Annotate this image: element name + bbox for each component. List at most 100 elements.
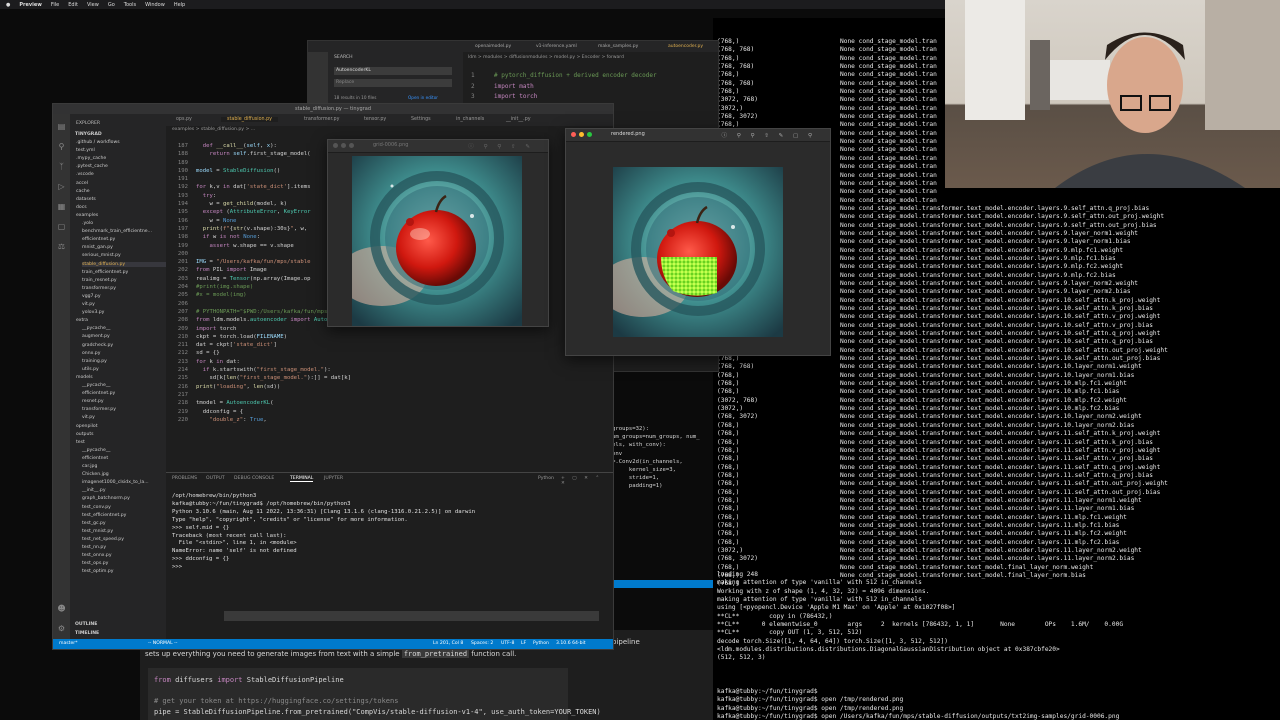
tree-folder[interactable]: test [76, 440, 85, 445]
tree-file[interactable]: car.jpg [82, 464, 97, 469]
tab-ops[interactable]: ops.py [176, 117, 192, 122]
tab-stable-diffusion[interactable]: stable_diffusion.py [221, 117, 278, 122]
tree-file[interactable]: Chicken.jpg [82, 472, 109, 477]
tree-folder[interactable]: cache [76, 189, 90, 194]
tree-file[interactable]: mnist_gan.py [82, 245, 113, 250]
tree-folder[interactable]: datasets [76, 197, 96, 202]
tree-file[interactable]: vit.py [82, 302, 95, 307]
toolbar-icons[interactable]: ⓘ ⚲ ⚲ ⇧ ✎ [468, 142, 534, 150]
preview-window-rendered[interactable]: rendered.png ⓘ ⚲ ⚲ ⇧ ✎ ▢ ⚲ [565, 128, 831, 356]
explorer-root[interactable]: TINYGRAD [75, 132, 102, 137]
cursor-position[interactable]: Ln 201, Col 8 [433, 639, 463, 649]
testing-icon[interactable]: ⚖ [57, 242, 66, 251]
menu-help[interactable]: Help [174, 2, 185, 8]
back-tab[interactable]: v1-inference.yaml [536, 44, 577, 49]
tree-file[interactable]: benchmark_train_efficientne... [82, 229, 152, 234]
extensions-icon[interactable]: ▦ [57, 202, 66, 211]
tab-debug-console[interactable]: DEBUG CONSOLE [234, 476, 274, 481]
integrated-terminal[interactable]: /opt/homebrew/bin/python3 kafka@tubby:~/f… [172, 493, 475, 572]
timeline-section[interactable]: TIMELINE [75, 631, 99, 636]
outline-section[interactable]: OUTLINE [75, 622, 97, 627]
tree-folder[interactable]: .mypy_cache [76, 156, 106, 161]
indentation[interactable]: Spaces: 2 [471, 639, 493, 649]
tree-folder[interactable]: examples [76, 213, 98, 218]
tree-folder[interactable]: models [76, 375, 93, 380]
tree-file[interactable]: training.py [82, 359, 107, 364]
tree-file[interactable]: yolov3.py [82, 310, 104, 315]
preview-window-grid[interactable]: grid-0006.png ⓘ ⚲ ⚲ ⇧ ✎ [327, 139, 549, 327]
tab-tensor[interactable]: tensor.py [364, 117, 386, 122]
account-icon[interactable]: ☻ [57, 604, 66, 613]
tab-problems[interactable]: PROBLEMS [172, 476, 197, 481]
tree-file[interactable]: train_efficientnet.py [82, 270, 128, 275]
menu-tools[interactable]: Tools [124, 2, 136, 8]
tree-folder[interactable]: openpilot [76, 424, 98, 429]
tree-file[interactable]: vgg7.py [82, 294, 101, 299]
tree-file[interactable]: serious_mnist.py [82, 253, 121, 258]
tree-file[interactable]: transformer.py [82, 286, 116, 291]
back-tab[interactable]: autoencoder.py [668, 44, 703, 49]
tree-file[interactable]: imagenet1000_clsidx_to_la... [82, 480, 149, 485]
menu-go[interactable]: Go [108, 2, 115, 8]
zoom-button[interactable] [587, 132, 592, 137]
tree-file[interactable]: test_mnist.py [82, 529, 113, 534]
line-ending[interactable]: LF [521, 639, 526, 649]
tree-file[interactable]: test_conv.py [82, 505, 111, 510]
run-debug-icon[interactable]: ▷ [57, 182, 66, 191]
close-button[interactable] [571, 132, 576, 137]
tree-folder[interactable]: outputs [76, 432, 94, 437]
apple-menu-icon[interactable]: ● [6, 2, 10, 8]
menu-file[interactable]: File [51, 2, 59, 8]
tree-file[interactable]: stable_diffusion.py [82, 261, 166, 267]
minimize-button[interactable] [579, 132, 584, 137]
tree-file[interactable]: gradcheck.py [82, 343, 113, 348]
tree-file[interactable]: test_onnx.py [82, 553, 112, 558]
panel-actions-icons[interactable]: + ▢ ✕ ⌃ ✕ [561, 476, 613, 486]
menu-view[interactable]: View [87, 2, 99, 8]
tab-init[interactable]: __init__.py [506, 117, 531, 122]
replace-input[interactable]: Replace [334, 79, 452, 87]
tree-folder[interactable]: extra [76, 318, 88, 323]
tab-in-channels[interactable]: in_channels [456, 117, 484, 122]
tree-folder[interactable]: .github / workflows [76, 140, 120, 145]
tree-file[interactable]: test_ops.py [82, 561, 108, 566]
tree-folder[interactable]: .pytest_cache [76, 164, 108, 169]
terminal-scrollbar[interactable] [224, 611, 599, 621]
bottom-panel[interactable]: PROBLEMS OUTPUT DEBUG CONSOLE TERMINAL J… [166, 472, 613, 640]
tree-file[interactable]: train_resnet.py [82, 278, 117, 283]
tree-folder[interactable]: accel [76, 181, 88, 186]
tree-file[interactable]: utils.py [82, 367, 99, 372]
back-tab[interactable]: make_samples.py [598, 44, 638, 49]
minimize-button[interactable] [341, 143, 346, 148]
tree-folder[interactable]: docs [76, 205, 87, 210]
tree-file[interactable]: test_nn.py [82, 545, 106, 550]
python-interpreter[interactable]: 3.10.6 64-bit [556, 639, 586, 649]
terminal-prompts[interactable]: kafka@tubby:~/fun/tinygrad$ kafka@tubby:~… [717, 688, 1119, 720]
tab-jupyter[interactable]: JUPYTER [324, 476, 343, 481]
language-mode[interactable]: Python [533, 639, 549, 649]
tree-file[interactable]: test_gc.py [82, 521, 106, 526]
tree-file[interactable]: __init__.py [82, 488, 106, 493]
tab-transformer[interactable]: transformer.py [304, 117, 339, 122]
tree-file[interactable]: efficientnet.py [82, 391, 115, 396]
branch-indicator[interactable]: master* [59, 639, 78, 649]
tree-file[interactable]: resnet.py [82, 399, 104, 404]
tree-file[interactable]: vit.py [82, 415, 95, 420]
tree-file[interactable]: augment.py [82, 334, 110, 339]
source-control-icon[interactable]: ᛉ [57, 162, 66, 171]
search-icon[interactable]: ⚲ [57, 142, 66, 151]
explorer-icon[interactable]: ▤ [57, 122, 66, 131]
tree-folder[interactable]: __pycache__ [82, 326, 110, 331]
search-input[interactable]: AutoencoderKL [334, 67, 452, 75]
tree-folder[interactable]: efficientnet [82, 456, 108, 461]
settings-gear-icon[interactable]: ⚙ [57, 624, 66, 633]
terminal-profile-label[interactable]: Python [538, 476, 554, 481]
tree-file[interactable]: test_optim.py [82, 569, 114, 574]
open-in-editor-link[interactable]: Open in editor [408, 95, 438, 100]
tab-terminal[interactable]: TERMINAL [290, 476, 314, 482]
tree-file[interactable]: test_efficientnet.py [82, 513, 126, 518]
menu-edit[interactable]: Edit [68, 2, 78, 8]
tab-settings[interactable]: Settings [411, 117, 431, 122]
tree-file[interactable]: graph_batchnorm.py [82, 496, 130, 501]
menu-app-name[interactable]: Preview [19, 2, 42, 8]
